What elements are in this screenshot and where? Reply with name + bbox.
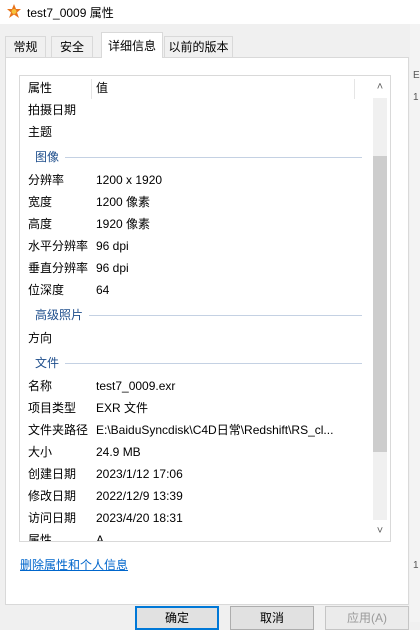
column-divider[interactable] — [91, 79, 92, 99]
property-name: 拍摄日期 — [28, 103, 77, 117]
background-text: 1 — [413, 92, 419, 103]
remove-properties-link[interactable]: 删除属性和个人信息 — [20, 556, 128, 573]
property-value: 96 dpi — [96, 261, 129, 275]
property-value: 1200 x 1920 — [96, 173, 163, 187]
property-name: 属性 — [28, 533, 53, 542]
property-value: 2022/12/9 13:39 — [96, 489, 183, 503]
property-name: 文件夹路径 — [28, 423, 89, 437]
property-name: 分辨率 — [28, 173, 65, 187]
property-value: EXR 文件 — [96, 401, 149, 415]
group-label: 图像 — [35, 150, 60, 164]
chevron-up-icon[interactable]: ˄ — [371, 78, 389, 96]
property-name: 大小 — [28, 445, 53, 459]
background-text: 1 — [413, 560, 419, 571]
property-name: 宽度 — [28, 195, 53, 209]
cancel-button[interactable]: 取消 — [230, 606, 314, 630]
divider — [89, 315, 362, 316]
property-value: 24.9 MB — [96, 445, 141, 459]
tab-details[interactable]: 详细信息 — [101, 32, 163, 58]
divider — [65, 363, 362, 364]
tab-security[interactable]: 安全 — [51, 36, 93, 57]
property-value: 96 dpi — [96, 239, 129, 253]
tab-previous-versions[interactable]: 以前的版本 — [164, 36, 233, 57]
property-value: A — [96, 533, 105, 542]
ok-button[interactable]: 确定 — [135, 606, 219, 630]
property-value: E:\BaiduSyncdisk\C4D日常\Redshift\RS_cl... — [96, 423, 334, 437]
property-name: 修改日期 — [28, 489, 77, 503]
scrollbar-thumb[interactable] — [373, 156, 387, 452]
property-name: 高度 — [28, 217, 53, 231]
property-value: test7_0009.exr — [96, 379, 176, 393]
app-icon — [7, 4, 21, 18]
property-name: 创建日期 — [28, 467, 77, 481]
property-name: 主题 — [28, 125, 53, 139]
property-value: 2023/4/20 18:31 — [96, 511, 183, 525]
group-label: 文件 — [35, 356, 60, 370]
column-header-property[interactable]: 属性 — [28, 77, 52, 99]
property-value: 64 — [96, 283, 110, 297]
chevron-down-icon[interactable]: ˅ — [371, 522, 389, 540]
property-name: 水平分辨率 — [28, 239, 89, 253]
property-value: 1920 像素 — [96, 217, 151, 231]
property-name: 方向 — [28, 331, 53, 345]
property-name: 访问日期 — [28, 511, 77, 525]
property-name: 垂直分辨率 — [28, 261, 89, 275]
details-list[interactable]: 属性 值 拍摄日期 主题 图像 分辨率 1200 x 1920 宽度 1200 … — [19, 75, 391, 542]
property-name: 位深度 — [28, 283, 65, 297]
apply-button[interactable]: 应用(A) — [325, 606, 409, 630]
tab-general[interactable]: 常规 — [5, 36, 46, 57]
column-header: 属性 值 — [20, 77, 370, 99]
property-name: 名称 — [28, 379, 53, 393]
group-label: 高级照片 — [35, 308, 84, 322]
background-window-edge — [410, 24, 420, 622]
property-value: 2023/1/12 17:06 — [96, 467, 183, 481]
property-value: 1200 像素 — [96, 195, 151, 209]
title-bar[interactable]: test7_0009 属性 — [0, 0, 420, 24]
divider — [65, 157, 362, 158]
property-name: 项目类型 — [28, 401, 77, 415]
window-title: test7_0009 属性 — [27, 6, 114, 20]
column-divider[interactable] — [354, 79, 355, 99]
background-text: E — [413, 70, 420, 81]
column-header-value[interactable]: 值 — [96, 77, 108, 99]
